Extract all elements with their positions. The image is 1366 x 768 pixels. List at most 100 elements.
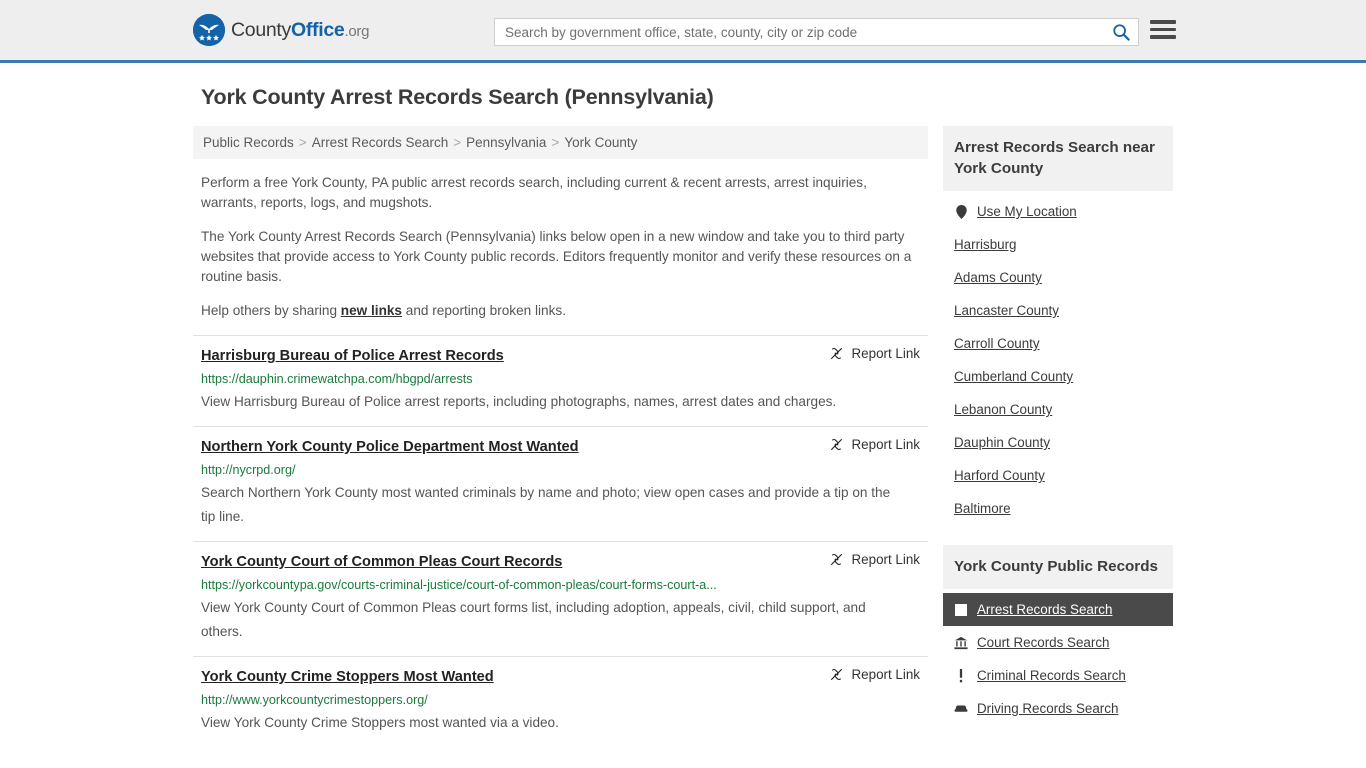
sidebar-item-label: Dauphin County — [954, 435, 1051, 450]
result-description: View Harrisburg Bureau of Police arrest … — [201, 394, 837, 409]
intro-p3-after: and reporting broken links. — [402, 303, 566, 318]
sidebar-item-driving-records-search[interactable]: Driving Records Search — [943, 692, 1173, 725]
page-title: York County Arrest Records Search (Penns… — [201, 85, 714, 109]
sidebar-item-label: Adams County — [954, 270, 1042, 285]
sidebar-item-lancaster-county[interactable]: Lancaster County — [943, 294, 1173, 327]
square-icon — [954, 603, 968, 617]
search-input[interactable] — [495, 19, 1104, 45]
sidebar-item-court-records-search[interactable]: Court Records Search — [943, 626, 1173, 659]
report-link-button[interactable]: Report Link — [815, 346, 920, 361]
sidebar-item-label: Use My Location — [977, 204, 1077, 219]
page-body: York County Arrest Records Search (Penns… — [0, 63, 1366, 747]
sidebar-item-label: Cumberland County — [954, 369, 1074, 384]
logo-wordmark: CountyOffice.org — [231, 19, 369, 42]
main-content: Public Records > Arrest Records Search > Pen… — [193, 126, 928, 747]
sidebar-item-label: Driving Records Search — [977, 701, 1119, 716]
intro-paragraph-3: Help others by sharing new links and rep… — [193, 301, 928, 321]
sidebar-item-label: Arrest Records Search — [977, 602, 1113, 617]
sidebar-item-harrisburg[interactable]: Harrisburg — [943, 228, 1173, 261]
result-description: View York County Crime Stoppers most wan… — [201, 715, 559, 730]
result-item: York County Crime Stoppers Most Wanted R… — [193, 656, 928, 747]
breadcrumb-item-pennsylvania[interactable]: Pennsylvania — [466, 135, 546, 150]
breadcrumb-item-york-county[interactable]: York County — [564, 135, 637, 150]
breadcrumb: Public Records > Arrest Records Search > Pen… — [193, 126, 928, 159]
hamburger-menu-icon[interactable] — [1150, 20, 1176, 39]
car-icon — [954, 702, 968, 716]
intro-text: Perform a free York County, PA public ar… — [193, 173, 928, 321]
sidebar-item-label: Harford County — [954, 468, 1045, 483]
sidebar-item-carroll-county[interactable]: Carroll County — [943, 327, 1173, 360]
map-pin-icon — [954, 204, 968, 219]
result-url: https://dauphin.crimewatchpa.com/hbgpd/a… — [201, 372, 473, 386]
sidebar-item-criminal-records-search[interactable]: Criminal Records Search — [943, 659, 1173, 692]
sidebar-item-dauphin-county[interactable]: Dauphin County — [943, 426, 1173, 459]
sidebar-public-records-section: York County Public Records Arrest Record… — [943, 545, 1173, 725]
exclamation-icon — [954, 668, 968, 683]
hamburger-bar — [1150, 20, 1176, 24]
sidebar-item-label: Criminal Records Search — [977, 668, 1126, 683]
sidebar-nearby-list: Use My Location Harrisburg Adams County … — [943, 191, 1173, 525]
sidebar-item-lebanon-county[interactable]: Lebanon County — [943, 393, 1173, 426]
intro-paragraph-2: The York County Arrest Records Search (P… — [201, 229, 912, 284]
result-item: York County Court of Common Pleas Court … — [193, 541, 928, 656]
report-link-label: Report Link — [851, 552, 920, 567]
sidebar-nearby-title: Arrest Records Search near York County — [943, 126, 1173, 191]
broken-link-icon — [830, 347, 842, 360]
site-header: CountyOffice.org — [0, 0, 1366, 63]
site-logo[interactable]: CountyOffice.org — [193, 14, 369, 46]
new-links-link[interactable]: new links — [341, 303, 402, 318]
sidebar-item-harford-county[interactable]: Harford County — [943, 459, 1173, 492]
sidebar-item-label: Court Records Search — [977, 635, 1110, 650]
result-url: http://www.yorkcountycrimestoppers.org/ — [201, 693, 428, 707]
eagle-shield-icon — [193, 14, 225, 46]
result-description: Search Northern York County most wanted … — [201, 485, 891, 524]
breadcrumb-item-public-records[interactable]: Public Records — [203, 135, 294, 150]
sidebar-item-cumberland-county[interactable]: Cumberland County — [943, 360, 1173, 393]
breadcrumb-separator: > — [551, 135, 560, 150]
report-link-button[interactable]: Report Link — [815, 552, 920, 567]
sidebar-item-arrest-records-search[interactable]: Arrest Records Search — [943, 593, 1173, 626]
hamburger-bar — [1150, 27, 1176, 31]
result-title-link[interactable]: York County Court of Common Pleas Court … — [201, 552, 562, 572]
sidebar-item-label: Lebanon County — [954, 402, 1053, 417]
result-title-link[interactable]: York County Crime Stoppers Most Wanted — [201, 667, 494, 687]
breadcrumb-separator: > — [298, 135, 307, 150]
report-link-label: Report Link — [851, 667, 920, 682]
logo-text-office: Office — [291, 18, 345, 41]
logo-text-county: County — [231, 18, 291, 41]
report-link-button[interactable]: Report Link — [815, 667, 920, 682]
breadcrumb-separator: > — [453, 135, 462, 150]
hamburger-bar — [1150, 35, 1176, 39]
sidebar-item-baltimore[interactable]: Baltimore — [943, 492, 1173, 525]
intro-paragraph-1: Perform a free York County, PA public ar… — [201, 175, 867, 210]
search-icon — [1113, 24, 1130, 41]
result-url: http://nycrpd.org/ — [201, 463, 296, 477]
sidebar-item-use-my-location[interactable]: Use My Location — [943, 195, 1173, 228]
intro-p3-before: Help others by sharing — [201, 303, 341, 318]
search-button[interactable] — [1104, 19, 1138, 45]
result-title-link[interactable]: Harrisburg Bureau of Police Arrest Recor… — [201, 346, 504, 366]
courthouse-icon — [954, 636, 968, 650]
broken-link-icon — [830, 668, 842, 681]
result-url: https://yorkcountypa.gov/courts-criminal… — [201, 578, 717, 592]
search-bar[interactable] — [494, 18, 1139, 46]
report-link-label: Report Link — [851, 346, 920, 361]
result-description: View York County Court of Common Pleas c… — [201, 600, 866, 639]
broken-link-icon — [830, 553, 842, 566]
report-link-button[interactable]: Report Link — [815, 437, 920, 452]
breadcrumb-item-arrest-records-search[interactable]: Arrest Records Search — [312, 135, 449, 150]
sidebar-public-records-list: Arrest Records Search Court Records Sear… — [943, 589, 1173, 725]
result-item: Harrisburg Bureau of Police Arrest Recor… — [193, 335, 928, 426]
logo-text-org: .org — [344, 22, 370, 40]
sidebar-item-label: Harrisburg — [954, 237, 1017, 252]
sidebar-item-adams-county[interactable]: Adams County — [943, 261, 1173, 294]
result-item: Northern York County Police Department M… — [193, 426, 928, 541]
broken-link-icon — [830, 438, 842, 451]
sidebar-item-label: Lancaster County — [954, 303, 1059, 318]
report-link-label: Report Link — [851, 437, 920, 452]
result-title-link[interactable]: Northern York County Police Department M… — [201, 437, 579, 457]
sidebar: Arrest Records Search near York County U… — [943, 126, 1173, 747]
sidebar-public-records-title: York County Public Records — [943, 545, 1173, 589]
sidebar-item-label: Carroll County — [954, 336, 1040, 351]
sidebar-item-label: Baltimore — [954, 501, 1011, 516]
